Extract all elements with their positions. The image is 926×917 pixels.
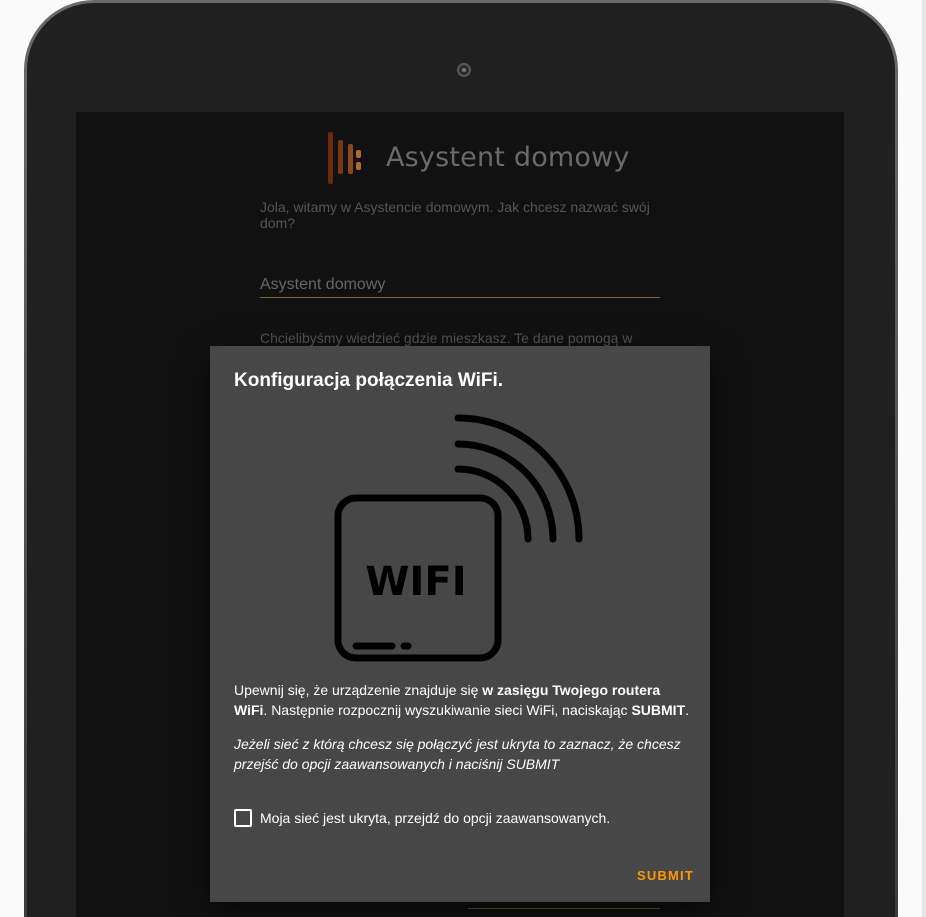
- wifi-config-dialog: Konfiguracja połączenia WiFi. WIFI Upewn…: [210, 346, 710, 902]
- app-title: Asystent domowy: [386, 142, 630, 173]
- instructions-part3: .: [685, 702, 690, 718]
- hidden-network-checkbox[interactable]: [234, 809, 252, 827]
- stage: Asystent domowy Jola, witamy w Asystenci…: [0, 0, 926, 917]
- submit-button[interactable]: SUBMIT: [637, 866, 694, 885]
- location-text: Chcielibyśmy wiedzieć gdzie mieszkasz. T…: [260, 330, 633, 346]
- page-edge: [922, 0, 926, 917]
- field-underline: [468, 908, 660, 909]
- instructions-text: Upewnij się, że urządzenie znajduje się …: [234, 680, 690, 720]
- wifi-router-icon: WIFI: [334, 414, 583, 662]
- router-label: WIFI: [365, 559, 466, 605]
- home-assistant-logo-icon: [328, 132, 361, 184]
- hidden-network-option[interactable]: Moja sieć jest ukryta, przejdź do opcji …: [234, 809, 610, 827]
- welcome-text: Jola, witamy w Asystencie domowym. Jak c…: [260, 199, 650, 231]
- instructions-bold2: SUBMIT: [631, 702, 686, 718]
- instructions-part2: . Następnie rozpocznij wyszukiwanie siec…: [263, 702, 632, 718]
- hidden-network-hint: Jeżeli sieć z którą chcesz się połączyć …: [234, 736, 681, 772]
- dialog-title: Konfiguracja połączenia WiFi.: [234, 370, 504, 391]
- home-name-input[interactable]: [260, 272, 660, 298]
- instructions-part1: Upewnij się, że urządzenie znajduje się: [234, 682, 483, 698]
- camera-icon: [457, 63, 471, 77]
- hidden-network-checkbox-label[interactable]: Moja sieć jest ukryta, przejdź do opcji …: [260, 810, 610, 826]
